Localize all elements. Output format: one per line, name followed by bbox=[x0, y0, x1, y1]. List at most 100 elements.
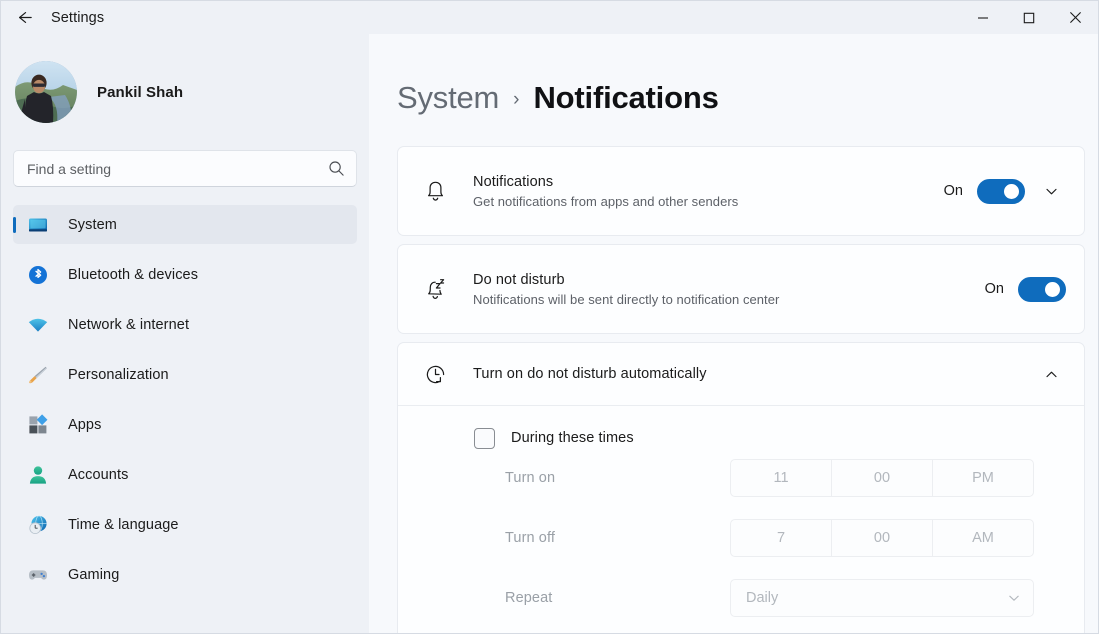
back-arrow-icon bbox=[18, 12, 32, 23]
clock-icon bbox=[418, 362, 452, 387]
turn-off-hour[interactable]: 7 bbox=[731, 520, 832, 556]
avatar bbox=[15, 61, 77, 123]
do-not-disturb-text: Do not disturb Notifications will be sen… bbox=[473, 272, 973, 307]
during-these-times-checkbox[interactable] bbox=[474, 427, 495, 449]
notifications-row[interactable]: Notifications Get notifications from app… bbox=[398, 147, 1084, 235]
breadcrumb-parent[interactable]: System bbox=[397, 80, 499, 116]
sidebar-item-personalization[interactable]: Personalization bbox=[13, 355, 357, 394]
user-profile[interactable]: Pankil Shah bbox=[15, 56, 369, 128]
search-box[interactable] bbox=[13, 150, 357, 187]
page-title: Notifications bbox=[533, 80, 719, 115]
sidebar-item-label: Network & internet bbox=[68, 316, 190, 333]
turn-on-time-picker[interactable]: 11 00 PM bbox=[730, 459, 1034, 497]
notifications-controls: On bbox=[944, 176, 1066, 206]
bluetooth-icon bbox=[25, 264, 51, 286]
sidebar-item-label: Bluetooth & devices bbox=[68, 266, 199, 283]
sidebar-item-network-internet[interactable]: Network & internet bbox=[13, 305, 357, 344]
turn-off-label: Turn off bbox=[505, 530, 555, 546]
during-these-times-label: During these times bbox=[511, 430, 634, 446]
sidebar-item-label: System bbox=[68, 216, 117, 233]
auto-do-not-disturb-text: Turn on do not disturb automatically bbox=[473, 366, 1013, 382]
search-icon bbox=[328, 161, 344, 176]
auto-do-not-disturb-collapse-button[interactable] bbox=[1036, 359, 1066, 389]
close-icon bbox=[1069, 12, 1081, 23]
auto-do-not-disturb-body: During these times Turn on 11 00 PM Turn bbox=[398, 406, 1084, 633]
turn-off-minute[interactable]: 00 bbox=[832, 520, 933, 556]
repeat-row: Repeat Daily bbox=[398, 568, 1084, 628]
turn-on-minute[interactable]: 00 bbox=[832, 460, 933, 496]
window-controls bbox=[960, 1, 1098, 34]
chevron-down-icon bbox=[1009, 595, 1019, 601]
do-not-disturb-toggle[interactable] bbox=[1018, 276, 1066, 302]
sidebar-item-system[interactable]: System bbox=[13, 205, 357, 244]
do-not-disturb-card: Do not disturb Notifications will be sen… bbox=[397, 244, 1085, 334]
during-these-times-row[interactable]: During these times bbox=[398, 406, 1084, 449]
back-button[interactable] bbox=[7, 3, 41, 33]
notifications-title: Notifications bbox=[473, 173, 554, 190]
do-not-disturb-controls: On bbox=[984, 276, 1066, 302]
apps-icon bbox=[25, 413, 51, 436]
sidebar-item-label: Accounts bbox=[68, 466, 129, 483]
app-title: Settings bbox=[51, 9, 105, 26]
sidebar-item-label: Personalization bbox=[68, 366, 169, 383]
auto-do-not-disturb-controls bbox=[1025, 359, 1066, 389]
sidebar-item-bluetooth-devices[interactable]: Bluetooth & devices bbox=[13, 255, 357, 294]
auto-do-not-disturb-header[interactable]: Turn on do not disturb automatically bbox=[398, 343, 1084, 405]
do-not-disturb-row[interactable]: Do not disturb Notifications will be sen… bbox=[398, 245, 1084, 333]
maximize-icon bbox=[1023, 12, 1035, 23]
turn-off-row: Turn off 7 00 AM bbox=[398, 508, 1084, 568]
notifications-card: Notifications Get notifications from app… bbox=[397, 146, 1085, 236]
do-not-disturb-toggle-state: On bbox=[984, 281, 1004, 297]
auto-do-not-disturb-card: Turn on do not disturb automatically Dur… bbox=[397, 342, 1085, 633]
chevron-down-icon bbox=[1045, 188, 1057, 194]
repeat-value: Daily bbox=[746, 590, 779, 606]
avatar-photo-icon bbox=[15, 61, 77, 123]
sidebar-item-label: Apps bbox=[68, 416, 102, 433]
person-icon bbox=[25, 464, 51, 486]
notifications-toggle[interactable] bbox=[977, 178, 1025, 204]
turn-on-meridiem[interactable]: PM bbox=[933, 460, 1033, 496]
turn-on-label: Turn on bbox=[505, 470, 556, 486]
paintbrush-icon bbox=[25, 364, 51, 386]
maximize-button[interactable] bbox=[1006, 1, 1052, 34]
title-bar: Settings bbox=[1, 1, 1098, 34]
do-not-disturb-subtitle: Notifications will be sent directly to n… bbox=[473, 291, 780, 307]
globe-clock-icon bbox=[25, 514, 51, 536]
turn-off-meridiem[interactable]: AM bbox=[933, 520, 1033, 556]
chevron-up-icon bbox=[1045, 371, 1057, 377]
sidebar-item-gaming[interactable]: Gaming bbox=[13, 555, 357, 594]
content-area: System › Notifications Notifications Get… bbox=[369, 34, 1098, 633]
sidebar: Pankil Shah Find a setting System Blueto… bbox=[1, 34, 369, 633]
window-body: Pankil Shah Find a setting System Blueto… bbox=[1, 34, 1098, 633]
notifications-expand-button[interactable] bbox=[1036, 176, 1066, 206]
do-not-disturb-title: Do not disturb bbox=[473, 271, 565, 288]
sidebar-item-apps[interactable]: Apps bbox=[13, 405, 357, 444]
search-input[interactable] bbox=[14, 151, 356, 186]
minimize-button[interactable] bbox=[960, 1, 1006, 34]
turn-on-hour[interactable]: 11 bbox=[731, 460, 832, 496]
breadcrumb-separator-icon: › bbox=[513, 89, 520, 110]
sidebar-item-accounts[interactable]: Accounts bbox=[13, 455, 357, 494]
monitor-icon bbox=[25, 214, 51, 236]
close-button[interactable] bbox=[1052, 1, 1098, 34]
toggle-knob bbox=[1045, 281, 1060, 297]
sidebar-item-label: Time & language bbox=[68, 516, 179, 533]
notifications-toggle-state: On bbox=[943, 183, 963, 199]
repeat-label: Repeat bbox=[505, 590, 553, 606]
settings-window: Settings Pankil Shah Find a setting Syst… bbox=[0, 0, 1099, 634]
sidebar-item-time-language[interactable]: Time & language bbox=[13, 505, 357, 544]
settings-cards: Notifications Get notifications from app… bbox=[397, 146, 1085, 633]
wifi-icon bbox=[25, 314, 51, 336]
auto-do-not-disturb-title: Turn on do not disturb automatically bbox=[473, 366, 707, 382]
turn-off-time-picker[interactable]: 7 00 AM bbox=[730, 519, 1034, 557]
bell-icon bbox=[418, 179, 452, 204]
notifications-text: Notifications Get notifications from app… bbox=[473, 174, 932, 209]
profile-name: Pankil Shah bbox=[97, 83, 184, 101]
repeat-dropdown[interactable]: Daily bbox=[730, 579, 1034, 617]
sidebar-item-label: Gaming bbox=[68, 566, 120, 583]
search-button[interactable] bbox=[324, 157, 348, 181]
toggle-knob bbox=[1004, 183, 1019, 199]
minimize-icon bbox=[978, 16, 988, 19]
turn-on-row: Turn on 11 00 PM bbox=[398, 448, 1084, 508]
gamepad-icon bbox=[25, 564, 51, 586]
